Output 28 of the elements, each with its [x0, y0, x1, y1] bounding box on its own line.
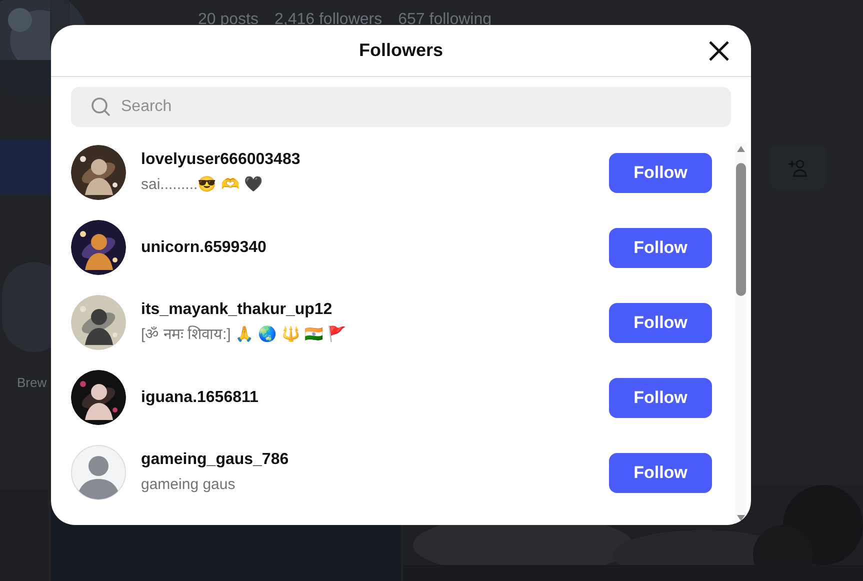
default-avatar-icon [71, 445, 126, 500]
dialog-title: Followers [358, 39, 443, 62]
follow-button[interactable]: Follow [609, 152, 712, 192]
close-icon [709, 41, 729, 61]
search-input[interactable]: Search [121, 95, 711, 119]
person-plus-icon [788, 158, 808, 176]
search-icon [91, 97, 111, 117]
username[interactable]: gameing_gaus_786 [141, 448, 609, 472]
scrollbar[interactable] [735, 143, 747, 525]
highlight-label: Brew [17, 374, 47, 392]
follow-button[interactable]: Follow [609, 452, 712, 492]
bio-text: [ॐ नमः शिवाय:] 🙏 🌏 🔱 🇮🇳 🚩 [141, 324, 348, 346]
follow-button[interactable]: Follow [609, 302, 712, 342]
bio-text: gameing gaus [141, 475, 236, 496]
username[interactable]: iguana.1656811 [141, 386, 609, 410]
bio-text: sai.........😎 🫶 🖤 [141, 175, 264, 196]
follow-button[interactable]: Follow [609, 378, 712, 418]
username[interactable]: unicorn.6599340 [141, 236, 609, 260]
profile-stat: 657 following [398, 10, 492, 30]
profile-stat: 2,416 followers [274, 10, 382, 30]
profile-stat: 20 posts [198, 10, 258, 30]
username[interactable]: its_mayank_thakur_up12 [141, 298, 609, 322]
scroll-up-icon[interactable] [737, 146, 745, 152]
follow-button[interactable]: Follow [609, 228, 712, 268]
username[interactable]: lovelyuser666003483 [141, 148, 609, 172]
close-button[interactable] [707, 39, 731, 63]
search-field[interactable]: Search [71, 87, 731, 127]
scroll-down-icon[interactable] [737, 515, 745, 521]
